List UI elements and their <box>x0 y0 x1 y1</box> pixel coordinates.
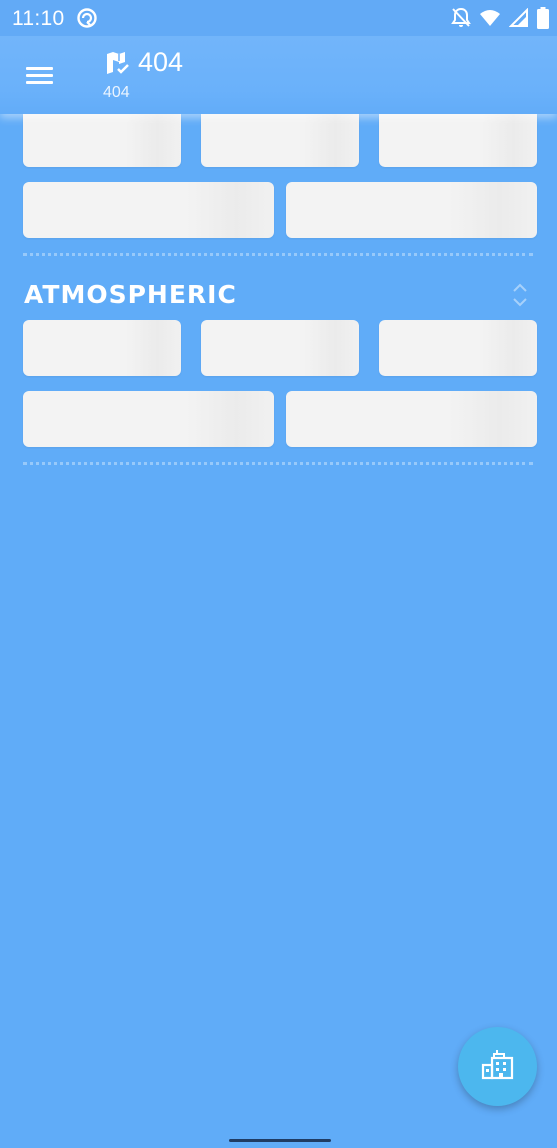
section-divider <box>23 462 533 465</box>
notifications-off-icon <box>451 7 471 29</box>
battery-icon <box>537 7 549 29</box>
tile[interactable] <box>286 391 537 447</box>
sync-badge-icon <box>76 7 98 29</box>
app-subtitle: 404 <box>103 84 130 101</box>
home-indicator <box>229 1139 331 1142</box>
map-check-icon <box>104 49 132 77</box>
cellular-signal-icon <box>509 8 529 28</box>
tile[interactable] <box>23 182 274 238</box>
tile[interactable] <box>23 320 181 376</box>
expand-collapse-icon[interactable] <box>506 279 534 311</box>
section-divider <box>23 253 533 256</box>
tile[interactable] <box>379 320 537 376</box>
status-icons <box>443 6 549 30</box>
tile[interactable] <box>23 114 181 167</box>
app-bar: 404 404 <box>0 36 557 114</box>
status-bar: 11:10 <box>0 0 557 36</box>
section-title: ATMOSPHERIC <box>24 280 237 309</box>
tile[interactable] <box>23 391 274 447</box>
menu-button[interactable] <box>22 60 58 90</box>
city-buildings-icon <box>480 1046 516 1087</box>
tile[interactable] <box>201 114 359 167</box>
status-time: 11:10 <box>12 7 65 30</box>
tile[interactable] <box>201 320 359 376</box>
app-title: 404 <box>138 47 184 77</box>
fab-button[interactable] <box>458 1027 537 1106</box>
tile[interactable] <box>286 182 537 238</box>
app-title-row: 404 <box>104 47 183 78</box>
tile[interactable] <box>379 114 537 167</box>
wifi-icon <box>479 8 501 28</box>
